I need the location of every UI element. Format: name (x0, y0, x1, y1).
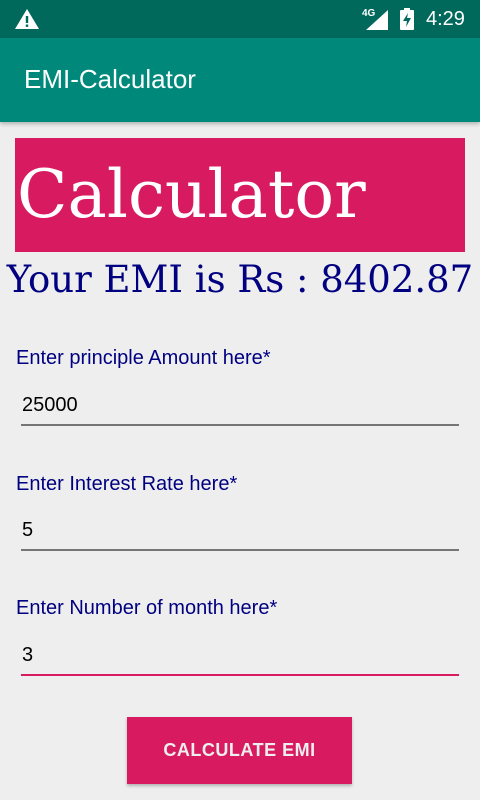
battery-charging-icon (400, 8, 414, 30)
status-time: 4:29 (426, 8, 465, 30)
signal-icon (366, 10, 388, 30)
interest-rate-input[interactable] (21, 511, 459, 551)
principal-label: Enter principle Amount here* (16, 347, 271, 369)
emi-result-text: Your EMI is Rs : 8402.87 (6, 258, 474, 301)
status-bar: 4G 4:29 (0, 0, 480, 38)
app-title: EMI-Calculator (24, 64, 196, 94)
app-bar: EMI-Calculator (0, 38, 480, 122)
banner-text: Calculator (17, 156, 366, 233)
warning-icon (15, 9, 39, 29)
calculator-banner: Calculator (15, 138, 465, 252)
calculate-emi-button[interactable]: CALCULATE EMI (127, 717, 352, 784)
months-input[interactable] (21, 636, 459, 676)
principal-input[interactable] (21, 386, 459, 426)
months-label: Enter Number of month here* (16, 597, 278, 619)
interest-rate-label: Enter Interest Rate here* (16, 473, 238, 495)
